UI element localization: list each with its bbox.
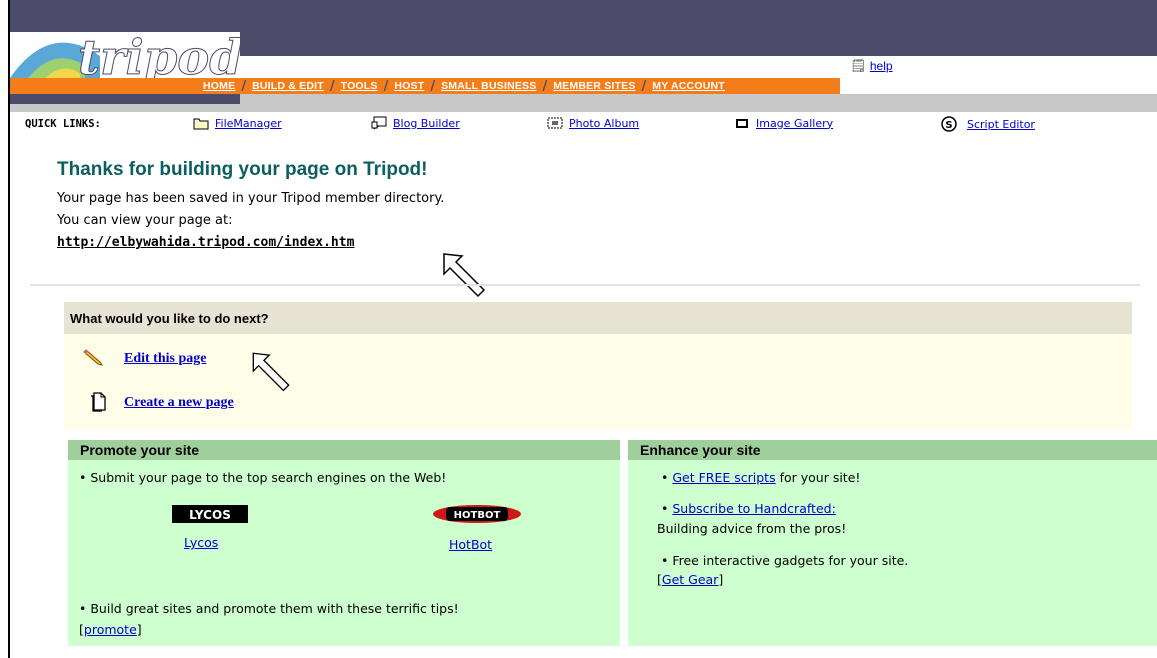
lycos-link[interactable]: Lycos: [184, 535, 218, 550]
nav-tools[interactable]: TOOLS: [341, 80, 378, 92]
nav-separator: /: [383, 78, 389, 94]
get-free-scripts-link[interactable]: Get FREE scripts: [672, 470, 775, 485]
subnav-dark-band: [10, 94, 240, 104]
edit-page-link[interactable]: Edit this page: [124, 351, 206, 367]
section-divider: [30, 284, 1140, 286]
quick-link-label[interactable]: Script Editor: [967, 118, 1035, 131]
promote-panel: Promote your site • Submit your page to …: [68, 440, 620, 646]
quick-link-blog-builder[interactable]: Blog Builder: [371, 116, 460, 130]
scripts-row: • Get FREE scripts for your site!: [661, 470, 861, 485]
quick-link-image-gallery[interactable]: Image Gallery: [734, 116, 833, 130]
enhance-panel: Enhance your site • Get FREE scripts for…: [628, 440, 1157, 646]
pencil-icon: [83, 349, 104, 366]
nav-separator: /: [641, 78, 647, 94]
page-title: Thanks for building your page on Tripod!: [57, 159, 428, 180]
scripts-suffix: for your site!: [775, 470, 861, 485]
nav-separator: /: [542, 78, 548, 94]
quick-links-label: QUICK LINKS:: [25, 118, 101, 130]
new-page-icon: [91, 392, 106, 412]
promote-link-row: [promote]: [79, 622, 142, 637]
script-icon: S: [941, 116, 957, 132]
create-page-link[interactable]: Create a new page: [124, 395, 234, 411]
gallery-icon: [736, 119, 748, 128]
view-message: You can view your page at:: [57, 213, 233, 228]
quick-link-label[interactable]: Photo Album: [569, 117, 639, 130]
gadgets-text: • Free interactive gadgets for your site…: [661, 553, 909, 568]
gear-link-row: [Get Gear]: [657, 572, 724, 587]
help-page-icon: 🗒: [850, 58, 867, 73]
saved-message: Your page has been saved in your Tripod …: [57, 191, 445, 206]
quick-link-filemanager[interactable]: FileManager: [193, 116, 282, 130]
quick-link-label[interactable]: Image Gallery: [756, 117, 833, 130]
nav-member-sites[interactable]: MEMBER SITES: [553, 80, 635, 92]
nav-build-edit[interactable]: BUILD & EDIT: [252, 80, 324, 92]
enhance-heading: Enhance your site: [640, 442, 761, 458]
svg-text:S: S: [945, 120, 952, 131]
quick-link-label[interactable]: Blog Builder: [393, 117, 460, 130]
promote-header: Promote your site: [68, 440, 620, 460]
header-slate-band: [240, 32, 1157, 56]
next-steps-header: What would you like to do next?: [64, 302, 1132, 334]
enhance-header: Enhance your site: [628, 440, 1157, 460]
subscribe-subtext: Building advice from the pros!: [657, 521, 847, 536]
quick-link-photo-album[interactable]: Photo Album: [547, 116, 639, 130]
tips-text: • Build great sites and promote them wit…: [79, 601, 459, 616]
submit-text: • Submit your page to the top search eng…: [79, 470, 447, 485]
blog-icon: [371, 116, 387, 130]
svg-text:HOTBOT: HOTBOT: [454, 510, 501, 521]
lycos-logo[interactable]: LYCOS: [172, 505, 248, 523]
nav-home[interactable]: HOME: [203, 80, 235, 92]
nav-small-business[interactable]: SMALL BUSINESS: [441, 80, 536, 92]
page-url-link[interactable]: http://elbywahida.tripod.com/index.htm: [57, 235, 354, 250]
svg-text:®: ®: [228, 63, 236, 72]
folder-icon: [193, 118, 209, 130]
nav-separator: /: [329, 78, 335, 94]
photo-icon: [547, 117, 563, 129]
quick-link-label[interactable]: FileManager: [215, 117, 282, 130]
nav-my-account[interactable]: MY ACCOUNT: [652, 80, 725, 92]
get-gear-link[interactable]: Get Gear: [662, 572, 718, 587]
subscribe-link[interactable]: Subscribe to Handcrafted:: [672, 501, 835, 516]
nav-host[interactable]: HOST: [394, 80, 424, 92]
next-steps-panel: [64, 334, 1132, 430]
help-label[interactable]: help: [870, 59, 893, 73]
main-nav: HOME / BUILD & EDIT / TOOLS / HOST / SMA…: [203, 78, 743, 94]
nav-separator: /: [241, 78, 247, 94]
nav-separator: /: [430, 78, 436, 94]
subscribe-row: • Subscribe to Handcrafted:: [661, 501, 836, 516]
panel-gap: [620, 440, 628, 646]
quick-link-script-editor[interactable]: S Script Editor: [941, 116, 1035, 132]
svg-text:LYCOS: LYCOS: [189, 508, 231, 522]
hotbot-logo[interactable]: HOTBOT: [432, 504, 522, 524]
pointer-arrow-icon: [252, 352, 290, 392]
hotbot-link[interactable]: HotBot: [449, 537, 492, 552]
promote-link[interactable]: promote: [84, 622, 137, 637]
promote-heading: Promote your site: [80, 442, 200, 458]
next-steps-heading: What would you like to do next?: [70, 311, 269, 326]
pointer-arrow-icon: [443, 253, 486, 298]
help-link[interactable]: 🗒 help: [850, 58, 893, 74]
